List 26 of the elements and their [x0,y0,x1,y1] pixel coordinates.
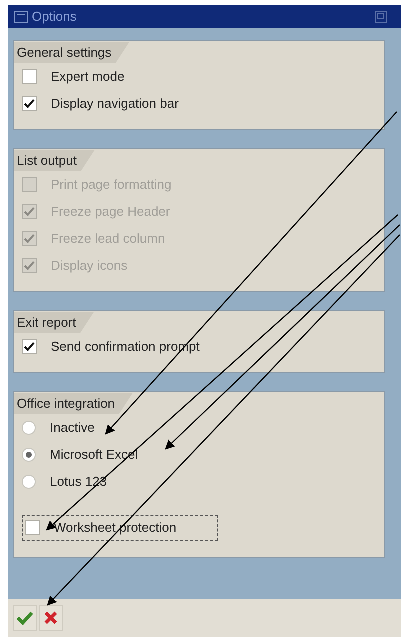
option-label: Display navigation bar [51,94,179,113]
close-icon [44,611,58,625]
option-label: Print page formatting [51,176,172,194]
group-title: General settings [14,42,130,64]
maximize-icon[interactable] [375,10,387,22]
checkbox[interactable] [25,520,40,536]
confirm-button[interactable] [13,605,37,631]
group-title: Exit report [14,312,94,334]
group-title: List output [14,150,95,172]
radio-button[interactable] [22,474,36,488]
checkmark-icon [17,611,33,625]
radio-button[interactable] [22,448,36,462]
radio-button[interactable] [22,420,36,434]
cancel-button[interactable] [39,605,63,631]
option-label: Expert mode [51,68,125,86]
option-label: Freeze lead column [51,230,166,248]
checkbox[interactable] [22,339,37,354]
option-label: Worksheet protection [54,519,177,537]
window-title: Options [32,8,78,26]
option-label: Display icons [51,256,128,275]
option-label: Inactive [50,418,95,437]
group-title: Office integration [14,393,134,414]
checkbox[interactable] [22,69,37,84]
window-icon [14,10,28,22]
checkbox[interactable] [22,96,37,111]
option-label: Freeze page Header [51,202,170,221]
